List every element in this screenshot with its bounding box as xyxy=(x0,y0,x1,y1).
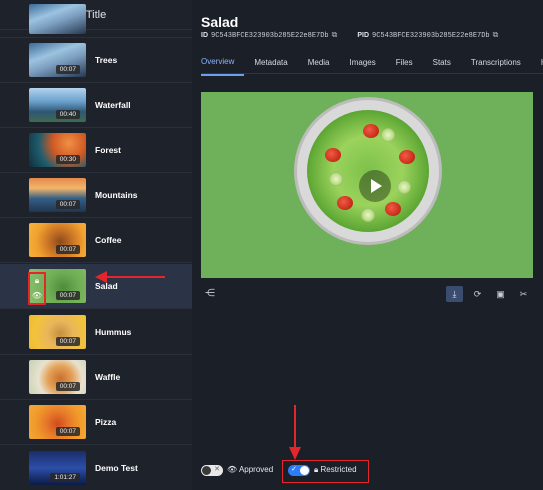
id-field: ID 9C543BFCE323903b285E22e8E7Db ⧉ xyxy=(201,31,337,40)
thumbnail: 00:07 xyxy=(29,315,86,349)
list-item-title: Demo Test xyxy=(95,463,138,473)
list-item-title: Coffee xyxy=(95,235,122,245)
eye-icon: 👁︎ xyxy=(227,465,238,474)
list-item-pizza[interactable]: 00:07 Pizza xyxy=(0,400,192,445)
share-icon[interactable]: ⋲ xyxy=(205,288,215,299)
cucumber-shape xyxy=(381,128,395,142)
annotation-arrow-icon xyxy=(95,271,165,283)
duration-badge: 00:07 xyxy=(55,337,80,346)
list-item-title: Mountains xyxy=(95,190,138,200)
duration-badge: 00:07 xyxy=(55,427,80,436)
pid-field: PID 9C543BFCE323903b285E22e8E7Db ⧉ xyxy=(357,31,498,40)
duration-badge: 00:07 xyxy=(55,65,80,74)
approved-label: Approved xyxy=(238,465,274,474)
image-icon[interactable]: ▣ xyxy=(492,286,509,302)
thumbnail: 00:40 xyxy=(29,88,86,122)
detail-panel: Salad ID 9C543BFCE323903b285E22e8E7Db ⧉ PI… xyxy=(192,0,543,490)
restricted-label-group: 🔒︎ Restricted xyxy=(314,465,357,475)
app: Title 00:07 Trees 00:40 Waterfall 00:30 … xyxy=(0,0,543,490)
tomato-shape xyxy=(337,196,353,210)
media-toolbar: ⋲ ⤓ ⟳ ▣ ✂ xyxy=(201,286,533,302)
check-icon: ✓ xyxy=(291,466,297,473)
list-item-waffle[interactable]: 00:07 Waffle xyxy=(0,355,192,400)
lock-icon: 🔒︎ xyxy=(314,465,319,474)
download-icon[interactable]: ⤓ xyxy=(446,286,463,302)
list-item-forest[interactable]: 00:30 Forest xyxy=(0,128,192,173)
pid-label: PID xyxy=(357,32,370,39)
eye-icon: 👁︎ xyxy=(31,290,43,300)
tomato-shape xyxy=(363,124,379,138)
duration-badge: 00:40 xyxy=(55,110,80,119)
duration-badge: 1:01:27 xyxy=(50,473,80,482)
tab-history[interactable]: Hi xyxy=(531,58,543,75)
tab-metadata[interactable]: Metadata xyxy=(244,58,297,75)
tab-bar: Overview Metadata Media Images Files Sta… xyxy=(201,52,543,76)
annotation-arrow-icon xyxy=(289,405,301,460)
list-item-demo-test[interactable]: 1:01:27 Demo Test xyxy=(0,446,192,490)
tomato-shape xyxy=(385,202,401,216)
tab-media[interactable]: Media xyxy=(298,58,340,75)
thumbnail: 00:07 xyxy=(29,43,86,77)
approved-label-group: 👁︎ Approved xyxy=(227,465,273,474)
list-item-mountains[interactable]: 00:07 Mountains xyxy=(0,173,192,218)
page-title: Salad xyxy=(201,14,239,30)
duration-badge: 00:07 xyxy=(55,382,80,391)
duration-badge: 00:07 xyxy=(55,245,80,254)
list-item-title: Forest xyxy=(95,145,121,155)
cucumber-shape xyxy=(397,180,411,194)
list-item-hummus[interactable]: 00:07 Hummus xyxy=(0,310,192,355)
list-item-waterfall[interactable]: 00:40 Waterfall xyxy=(0,83,192,128)
lock-icon: 🔒︎ xyxy=(34,276,40,286)
pid-value: 9C543BFCE323903b285E22e8E7Db xyxy=(372,32,490,40)
media-list: Title 00:07 Trees 00:40 Waterfall 00:30 … xyxy=(0,0,192,490)
list-item-coffee[interactable]: 00:07 Coffee xyxy=(0,218,192,263)
tab-overview[interactable]: Overview xyxy=(201,57,245,76)
list-item-title: Trees xyxy=(95,55,118,65)
copy-icon[interactable]: ⧉ xyxy=(332,31,338,40)
toggle-knob xyxy=(300,466,309,475)
list-item-partial xyxy=(0,4,192,38)
duration-badge: 00:30 xyxy=(55,155,80,164)
restricted-toggle[interactable]: ✓ xyxy=(288,465,310,476)
play-icon[interactable] xyxy=(359,170,391,202)
approved-toggle[interactable]: ✕ xyxy=(201,465,223,476)
x-icon: ✕ xyxy=(214,466,220,473)
cucumber-shape xyxy=(329,172,343,186)
thumbnail: 00:07 xyxy=(29,405,86,439)
list-item-title: Waterfall xyxy=(95,100,131,110)
thumbnail xyxy=(29,4,86,34)
list-item-trees[interactable]: 00:07 Trees xyxy=(0,38,192,83)
tab-files[interactable]: Files xyxy=(386,58,423,75)
toggle-knob xyxy=(202,466,211,475)
video-player[interactable] xyxy=(201,92,533,278)
duration-badge: 00:07 xyxy=(55,291,80,300)
status-bar: ✕ 👁︎ Approved ✓ 🔒︎ Restricted xyxy=(192,460,543,484)
thumbnail: 00:07 xyxy=(29,223,86,257)
id-value: 9C543BFCE323903b285E22e8E7Db xyxy=(211,32,329,40)
duration-badge: 00:07 xyxy=(55,200,80,209)
copy-icon[interactable]: ⧉ xyxy=(493,31,499,40)
thumbnail: 1:01:27 xyxy=(29,451,86,485)
list-item-title: Hummus xyxy=(95,327,132,337)
refresh-icon[interactable]: ⟳ xyxy=(469,286,486,302)
status-icons-highlight: 🔒︎ 👁︎ xyxy=(28,272,46,305)
thumbnail: 00:07 xyxy=(29,360,86,394)
list-item-title: Waffle xyxy=(95,372,121,382)
cucumber-shape xyxy=(361,208,375,222)
tab-images[interactable]: Images xyxy=(340,58,386,75)
id-label: ID xyxy=(201,32,208,39)
scissors-icon[interactable]: ✂ xyxy=(515,286,532,302)
list-item-title: Pizza xyxy=(95,417,117,427)
tab-transcriptions[interactable]: Transcriptions xyxy=(461,58,531,75)
restricted-label: Restricted xyxy=(320,465,357,474)
thumbnail: 00:30 xyxy=(29,133,86,167)
thumbnail: 00:07 xyxy=(29,178,86,212)
tomato-shape xyxy=(399,150,415,164)
id-row: ID 9C543BFCE323903b285E22e8E7Db ⧉ PID 9C543… xyxy=(201,31,498,40)
tomato-shape xyxy=(325,148,341,162)
tab-stats[interactable]: Stats xyxy=(423,58,461,75)
